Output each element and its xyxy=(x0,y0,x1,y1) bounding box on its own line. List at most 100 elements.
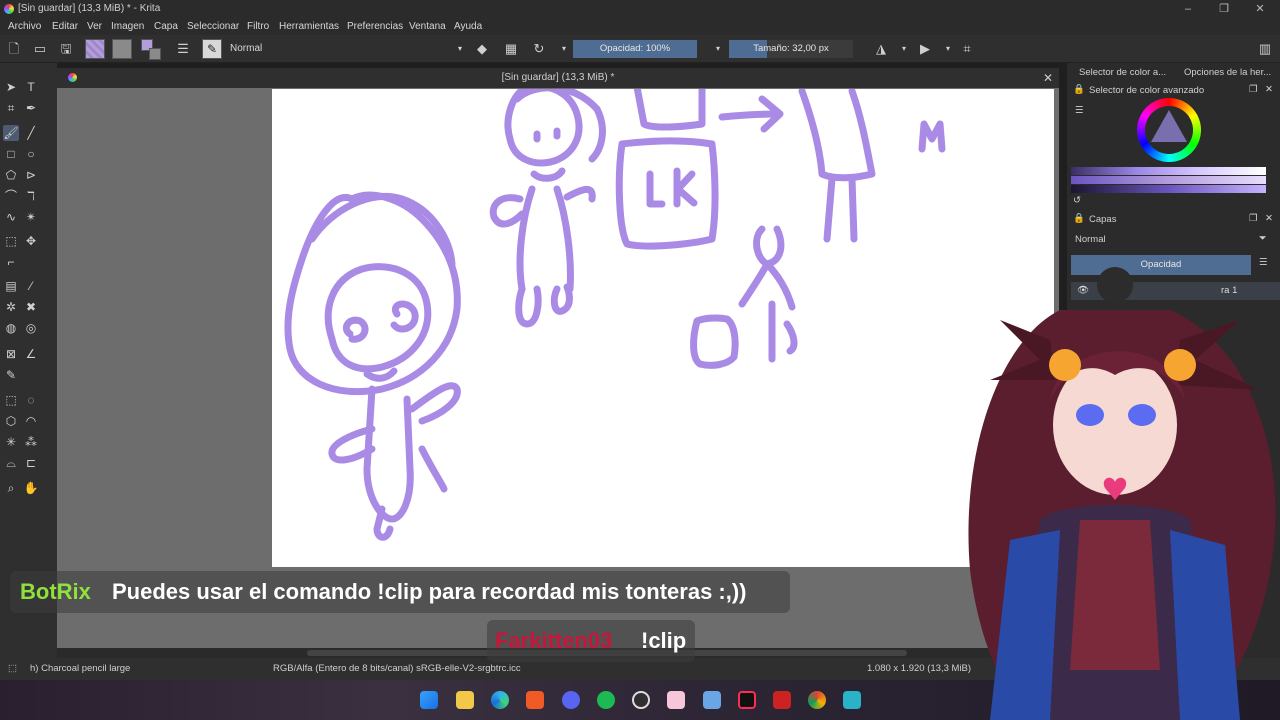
magnetic-selection-tool-icon[interactable]: ⊏ xyxy=(23,455,39,471)
vscode-icon[interactable] xyxy=(703,691,721,709)
measure-tool-icon[interactable]: ∠ xyxy=(23,346,39,362)
chevron-down-icon[interactable]: ▾ xyxy=(710,41,726,57)
chrome-icon[interactable] xyxy=(808,691,826,709)
pattern-swatch[interactable] xyxy=(112,39,132,59)
layer-blend-select[interactable]: Normal xyxy=(1071,232,1251,248)
document-tab[interactable]: [Sin guardar] (13,3 MiB) * ✕ xyxy=(57,68,1059,88)
zoom-tool-icon[interactable]: ⌕ xyxy=(3,480,19,496)
mirror-horizontal-icon[interactable]: ◮ xyxy=(873,41,889,57)
calligraphy-tool-icon[interactable]: ✒ xyxy=(23,100,39,116)
selection-indicator-icon[interactable]: ⬚ xyxy=(8,658,17,680)
drawing-canvas[interactable] xyxy=(272,89,1054,567)
minimize-button[interactable]: – xyxy=(1170,0,1206,18)
menu-ventana[interactable]: Ventana xyxy=(409,18,446,35)
bezier-tool-icon[interactable]: ⌒ xyxy=(3,188,19,204)
brush-preset-icon[interactable]: ✎ xyxy=(202,39,222,59)
menu-ver[interactable]: Ver xyxy=(87,18,102,35)
color-value-bar[interactable] xyxy=(1071,176,1266,184)
discord-icon[interactable] xyxy=(562,691,580,709)
color-history-bar[interactable] xyxy=(1071,167,1266,175)
windows-start-icon[interactable] xyxy=(420,691,438,709)
ellipse-tool-icon[interactable]: ○ xyxy=(23,146,39,162)
color-picker-tool-icon[interactable]: ⁄ xyxy=(23,278,39,294)
similar-color-selection-tool-icon[interactable]: ⁂ xyxy=(23,434,39,450)
file-explorer-icon[interactable] xyxy=(456,691,474,709)
tiktok-icon[interactable] xyxy=(738,691,756,709)
lock-icon[interactable]: 🔒 xyxy=(1073,84,1085,95)
colorize-mask-tool-icon[interactable]: ✲ xyxy=(3,299,19,315)
obs-icon[interactable] xyxy=(632,691,650,709)
float-docker-icon[interactable]: ❐ xyxy=(1249,213,1258,224)
gradient-swatch[interactable] xyxy=(85,39,105,59)
color-shade-bar[interactable] xyxy=(1071,185,1266,193)
edit-shapes-tool-icon[interactable]: ⌗ xyxy=(3,100,19,116)
save-icon[interactable]: 🖫 xyxy=(58,41,74,57)
settings-icon[interactable]: ☰ xyxy=(1075,105,1084,116)
status-color-space[interactable]: RGB/Alfa (Entero de 8 bits/canal) sRGB-e… xyxy=(273,658,521,680)
brush-settings-icon[interactable]: ☰ xyxy=(175,41,191,57)
paint-icon[interactable] xyxy=(667,691,685,709)
chevron-down-icon[interactable]: ▾ xyxy=(556,41,572,57)
maximize-button[interactable]: ❐ xyxy=(1206,0,1242,18)
vtube-icon[interactable] xyxy=(773,691,791,709)
fill-tool-icon[interactable]: ◍ xyxy=(3,320,19,336)
mirror-vertical-icon[interactable]: ▶ xyxy=(917,41,933,57)
smart-patch-tool-icon[interactable]: ✖ xyxy=(23,299,39,315)
filter-icon[interactable]: ⏷ xyxy=(1259,233,1267,244)
wrap-around-icon[interactable]: ⌗ xyxy=(959,41,975,57)
background-color-swatch[interactable] xyxy=(149,48,161,60)
krita-taskbar-icon[interactable] xyxy=(843,691,861,709)
crop-tool-icon[interactable]: ⌐ xyxy=(3,254,19,270)
new-document-icon[interactable]: 🗋 xyxy=(6,41,22,57)
select-shapes-tool-icon[interactable]: ➤ xyxy=(3,79,19,95)
docker-layout-icon[interactable]: ▥ xyxy=(1257,41,1273,57)
elliptical-selection-tool-icon[interactable]: ◌ xyxy=(23,392,39,408)
menu-ayuda[interactable]: Ayuda xyxy=(454,18,482,35)
close-docker-icon[interactable]: ✕ xyxy=(1265,84,1273,95)
chevron-down-icon[interactable]: ▾ xyxy=(896,41,912,57)
edge-browser-icon[interactable] xyxy=(491,691,509,709)
menu-archivo[interactable]: Archivo xyxy=(8,18,41,35)
contiguous-selection-tool-icon[interactable]: ✳ xyxy=(3,434,19,450)
menu-seleccionar[interactable]: Seleccionar xyxy=(187,18,239,35)
enclose-fill-tool-icon[interactable]: ◎ xyxy=(23,320,39,336)
close-docker-icon[interactable]: ✕ xyxy=(1265,213,1273,224)
freehand-brush-tool-icon[interactable]: 🖌 xyxy=(3,125,19,141)
menu-editar[interactable]: Editar xyxy=(52,18,78,35)
menu-herramientas[interactable]: Herramientas xyxy=(279,18,339,35)
brave-browser-icon[interactable] xyxy=(526,691,544,709)
polygon-tool-icon[interactable]: ⬠ xyxy=(3,167,19,183)
polygonal-selection-tool-icon[interactable]: ⬡ xyxy=(3,413,19,429)
alpha-lock-icon[interactable]: ▦ xyxy=(503,41,519,57)
transform-tool-icon[interactable]: ⬚ xyxy=(3,233,19,249)
float-docker-icon[interactable]: ❐ xyxy=(1249,84,1258,95)
opacity-slider[interactable]: Opacidad: 100% xyxy=(573,40,697,58)
tab-color-selector[interactable]: Selector de color a... xyxy=(1079,67,1166,78)
color-triangle[interactable] xyxy=(1151,110,1187,142)
rectangle-tool-icon[interactable]: □ xyxy=(3,146,19,162)
rectangular-selection-tool-icon[interactable]: ⬚ xyxy=(3,392,19,408)
multibrush-tool-icon[interactable]: ✴ xyxy=(23,209,39,225)
assistant-tool-icon[interactable]: ⊠ xyxy=(3,346,19,362)
menu-imagen[interactable]: Imagen xyxy=(111,18,144,35)
text-tool-icon[interactable]: T xyxy=(23,79,39,95)
tab-tool-options[interactable]: Opciones de la her... xyxy=(1184,67,1271,78)
pan-tool-icon[interactable]: ✋ xyxy=(23,480,39,496)
brush-size-slider[interactable]: Tamaño: 32,00 px xyxy=(729,40,853,58)
close-document-icon[interactable]: ✕ xyxy=(1043,68,1053,88)
menu-preferencias[interactable]: Preferencias xyxy=(347,18,403,35)
lock-icon[interactable]: 🔒 xyxy=(1073,213,1085,224)
open-folder-icon[interactable]: ▭ xyxy=(32,41,48,57)
move-tool-icon[interactable]: ✥ xyxy=(23,233,39,249)
reference-images-tool-icon[interactable]: ✎ xyxy=(3,367,19,383)
freehand-selection-tool-icon[interactable]: ◠ xyxy=(23,413,39,429)
menu-capa[interactable]: Capa xyxy=(154,18,178,35)
blend-mode-select[interactable]: Normal ▾ xyxy=(226,40,466,58)
status-brush-name[interactable]: h) Charcoal pencil large xyxy=(30,658,130,680)
eraser-icon[interactable]: ◆ xyxy=(474,41,490,57)
spotify-icon[interactable] xyxy=(597,691,615,709)
refresh-icon[interactable]: ↺ xyxy=(1073,195,1081,206)
line-tool-icon[interactable]: ╱ xyxy=(23,125,39,141)
gradient-tool-icon[interactable]: ▤ xyxy=(3,278,19,294)
polyline-tool-icon[interactable]: ⊳ xyxy=(23,167,39,183)
